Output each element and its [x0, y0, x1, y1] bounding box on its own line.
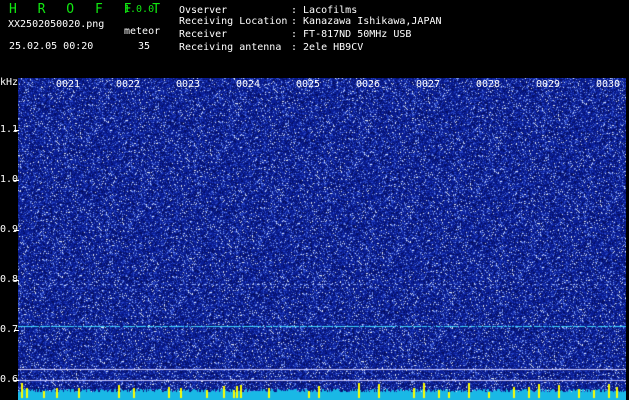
y-tick-mark — [14, 130, 19, 131]
x-tick-label: 0028 — [476, 79, 501, 90]
file-name: XX2502050020.png — [8, 19, 105, 30]
x-tick-label: 0021 — [56, 79, 81, 90]
location-label: Receiving Location — [179, 16, 288, 27]
x-tick-label: 0022 — [116, 79, 141, 90]
observer-label: Ovserver — [179, 5, 228, 16]
timestamp: 25.02.05 00:20 — [9, 41, 94, 52]
x-tick-label: 0026 — [356, 79, 381, 90]
y-tick-mark — [14, 380, 19, 381]
spectrogram-canvas — [18, 78, 626, 400]
antenna-value: : 2ele HB9CV — [291, 42, 364, 53]
y-tick-mark — [14, 230, 19, 231]
y-tick-mark — [14, 330, 19, 331]
y-tick-mark — [14, 180, 19, 181]
meteor-label: meteor — [124, 26, 161, 37]
x-tick-label: 0024 — [236, 79, 261, 90]
y-unit-label: kHz — [0, 77, 19, 88]
receiver-label: Receiver — [179, 29, 228, 40]
x-tick-label: 0025 — [296, 79, 321, 90]
observer-value: : Lacofilms — [291, 5, 358, 16]
location-value: : Kanazawa Ishikawa,JAPAN — [291, 16, 442, 27]
meteor-count: 35 — [138, 41, 151, 52]
app-version: 1.0.0 — [124, 4, 155, 15]
antenna-label: Receiving antenna — [179, 42, 282, 53]
spectrogram-panel — [18, 78, 626, 400]
x-tick-label: 0027 — [416, 79, 441, 90]
x-tick-label: 0023 — [176, 79, 201, 90]
x-tick-label: 0029 — [536, 79, 561, 90]
x-tick-label: 0030 — [596, 79, 621, 90]
receiver-value: : FT-817ND 50MHz USB — [291, 29, 412, 40]
y-tick-mark — [14, 280, 19, 281]
header-panel: H R O F F T 1.0.0 XX2502050020.png meteo… — [0, 0, 629, 76]
